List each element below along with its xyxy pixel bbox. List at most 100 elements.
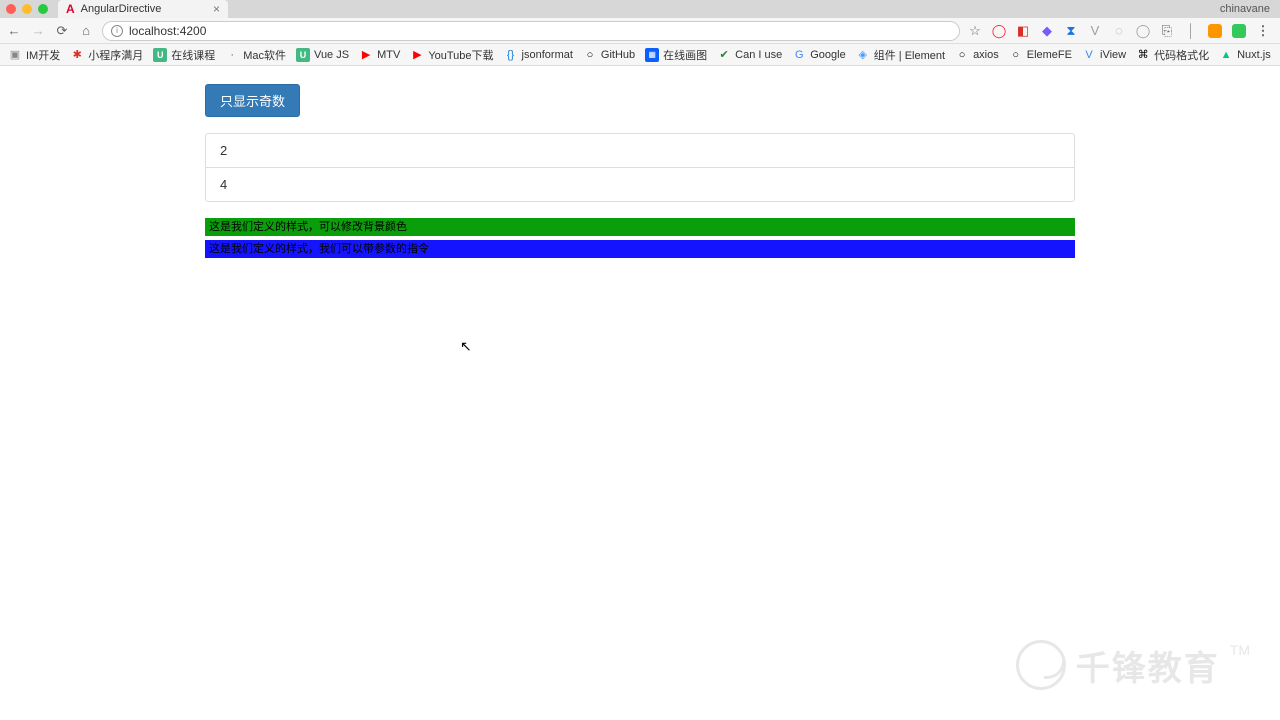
tab-close-icon[interactable]: × [213, 2, 220, 16]
bookmark-label: 代码格式化 [1154, 47, 1209, 63]
extension-icon[interactable]: ◧ [1016, 24, 1030, 38]
list-item: 2 [206, 134, 1074, 168]
directive-blue-bar: 这是我们定义的样式，我们可以带参数的指令 [205, 240, 1075, 258]
gh-icon: ○ [1009, 48, 1023, 62]
list-item: 4 [206, 168, 1074, 201]
bookmark-item[interactable]: ○ GitHub [583, 48, 635, 62]
bookmark-label: 小程序满月 [88, 47, 143, 63]
window-minimize-button[interactable] [22, 4, 32, 14]
window-controls [6, 4, 48, 14]
nav-home-button[interactable]: ⌂ [78, 23, 94, 39]
fmt-icon: ⌘ [1136, 48, 1150, 62]
watermark-tm: TM [1230, 642, 1250, 658]
bookmark-item[interactable]: U Vue JS [296, 48, 349, 62]
bookmark-item[interactable]: ▦ 在线画图 [645, 47, 707, 63]
extension-v-icon[interactable]: V [1088, 24, 1102, 38]
bookmarks-bar: ▣ IM开发 ✱ 小程序满月 U 在线课程 · Mac软件 U Vue JS ▶ MTV ▶ YouTub… [0, 44, 1280, 66]
address-bar-url: localhost:4200 [129, 24, 206, 38]
bookmark-item[interactable]: ▶ MTV [359, 48, 400, 62]
nav-back-button[interactable]: ← [6, 23, 22, 39]
red2-icon: ✱ [70, 48, 84, 62]
bookmark-label: Google [810, 49, 845, 61]
bookmark-star-icon[interactable]: ☆ [968, 24, 982, 38]
tab-title: AngularDirective [81, 3, 162, 15]
bookmark-item[interactable]: {} jsonformat [504, 48, 573, 62]
extension-pin-icon[interactable]: ⎘ [1160, 24, 1174, 38]
iv-icon: V [1082, 48, 1096, 62]
page-container: 只显示奇数 24 这是我们定义的样式，可以修改背景颜色 这是我们定义的样式，我们… [205, 84, 1075, 258]
bookmark-item[interactable]: ◈ 组件 | Element [856, 47, 945, 63]
window-close-button[interactable] [6, 4, 16, 14]
watermark: 千锋教育 TM [1016, 640, 1250, 690]
bookmark-label: 组件 | Element [874, 47, 945, 63]
browser-toolbar: ← → ⟳ ⌂ i localhost:4200 ☆ ◯ ◧ ◆ ⧗ V ◌ ◯… [0, 18, 1280, 44]
folder-icon: ▣ [8, 48, 22, 62]
extension-icon[interactable] [1208, 24, 1222, 38]
bookmark-item[interactable]: ViView [1082, 48, 1126, 62]
bookmark-item[interactable]: ✱ 小程序满月 [70, 47, 143, 63]
extension-icon[interactable]: ⧗ [1064, 24, 1078, 38]
extension-icon[interactable]: ◆ [1040, 24, 1054, 38]
address-bar[interactable]: i localhost:4200 [102, 21, 960, 41]
nuxt-icon: ▲ [1219, 48, 1233, 62]
nav-reload-button[interactable]: ⟳ [54, 23, 70, 39]
extension-opera-icon[interactable]: ◯ [992, 24, 1006, 38]
bookmark-label: YouTube下载 [428, 47, 493, 63]
bookmark-item[interactable]: ▶ YouTube下载 [410, 47, 493, 63]
directive-green-bar: 这是我们定义的样式，可以修改背景颜色 [205, 218, 1075, 236]
browser-tabstrip: A AngularDirective × chinavane [0, 0, 1280, 18]
bookmark-label: IM开发 [26, 47, 60, 63]
bookmark-label: ElemeFE [1027, 49, 1072, 61]
bookmark-item[interactable]: U 在线课程 [153, 47, 215, 63]
js-icon: {} [504, 48, 518, 62]
bookmark-label: Nuxt.js [1237, 49, 1271, 61]
greenU-icon: U [153, 48, 167, 62]
chrome-profile-name[interactable]: chinavane [1220, 3, 1270, 15]
bookmark-item[interactable]: ○ ElemeFE [1009, 48, 1072, 62]
bookmark-label: Vue JS [314, 49, 349, 61]
bookmark-label: Mac软件 [243, 47, 286, 63]
bookmark-item[interactable]: ▣ IM开发 [8, 47, 60, 63]
number-list: 24 [205, 133, 1075, 202]
page-viewport: 只显示奇数 24 这是我们定义的样式，可以修改背景颜色 这是我们定义的样式，我们… [0, 66, 1280, 720]
site-info-icon[interactable]: i [111, 25, 123, 37]
toggle-odd-button[interactable]: 只显示奇数 [205, 84, 300, 117]
watermark-logo-icon [1016, 640, 1066, 690]
extension-icon[interactable] [1232, 24, 1246, 38]
toolbar-right-icons: ☆ ◯ ◧ ◆ ⧗ V ◌ ◯ ⎘ │ ⋮ [968, 24, 1274, 38]
bookmark-item[interactable]: ⌘ 代码格式化 [1136, 47, 1209, 63]
greenU-icon: U [296, 48, 310, 62]
gh-icon: ○ [583, 48, 597, 62]
chrome-menu-button[interactable]: ⋮ [1256, 24, 1270, 38]
cm-icon: ▦ [645, 48, 659, 62]
bookmark-label: MTV [377, 49, 400, 61]
yt-icon: ▶ [410, 48, 424, 62]
bookmark-label: jsonformat [522, 49, 573, 61]
bookmark-item[interactable]: G Google [792, 48, 845, 62]
ci-icon: ✔ [717, 48, 731, 62]
apple-icon: · [225, 48, 239, 62]
bookmark-item[interactable]: ○ axios [955, 48, 999, 62]
g-icon: G [792, 48, 806, 62]
bookmark-item[interactable]: ▲ Nuxt.js [1219, 48, 1271, 62]
nav-forward-button[interactable]: → [30, 23, 46, 39]
watermark-text: 千锋教育 [1076, 641, 1220, 690]
angular-icon: A [66, 3, 75, 15]
bookmark-label: Can I use [735, 49, 782, 61]
mouse-cursor-icon: ↖ [460, 338, 472, 355]
bookmark-label: 在线课程 [171, 47, 215, 63]
bookmark-label: 在线画图 [663, 47, 707, 63]
bookmark-label: axios [973, 49, 999, 61]
yt-icon: ▶ [359, 48, 373, 62]
browser-tab[interactable]: A AngularDirective × [58, 0, 228, 18]
bookmark-item[interactable]: ✔ Can I use [717, 48, 782, 62]
gh-icon: ○ [955, 48, 969, 62]
toolbar-separator: │ [1184, 24, 1198, 38]
bookmark-label: GitHub [601, 49, 635, 61]
elem-icon: ◈ [856, 48, 870, 62]
bookmark-item[interactable]: · Mac软件 [225, 47, 286, 63]
window-maximize-button[interactable] [38, 4, 48, 14]
extension-icon[interactable]: ◌ [1112, 24, 1126, 38]
bookmark-label: iView [1100, 49, 1126, 61]
extension-icon[interactable]: ◯ [1136, 24, 1150, 38]
